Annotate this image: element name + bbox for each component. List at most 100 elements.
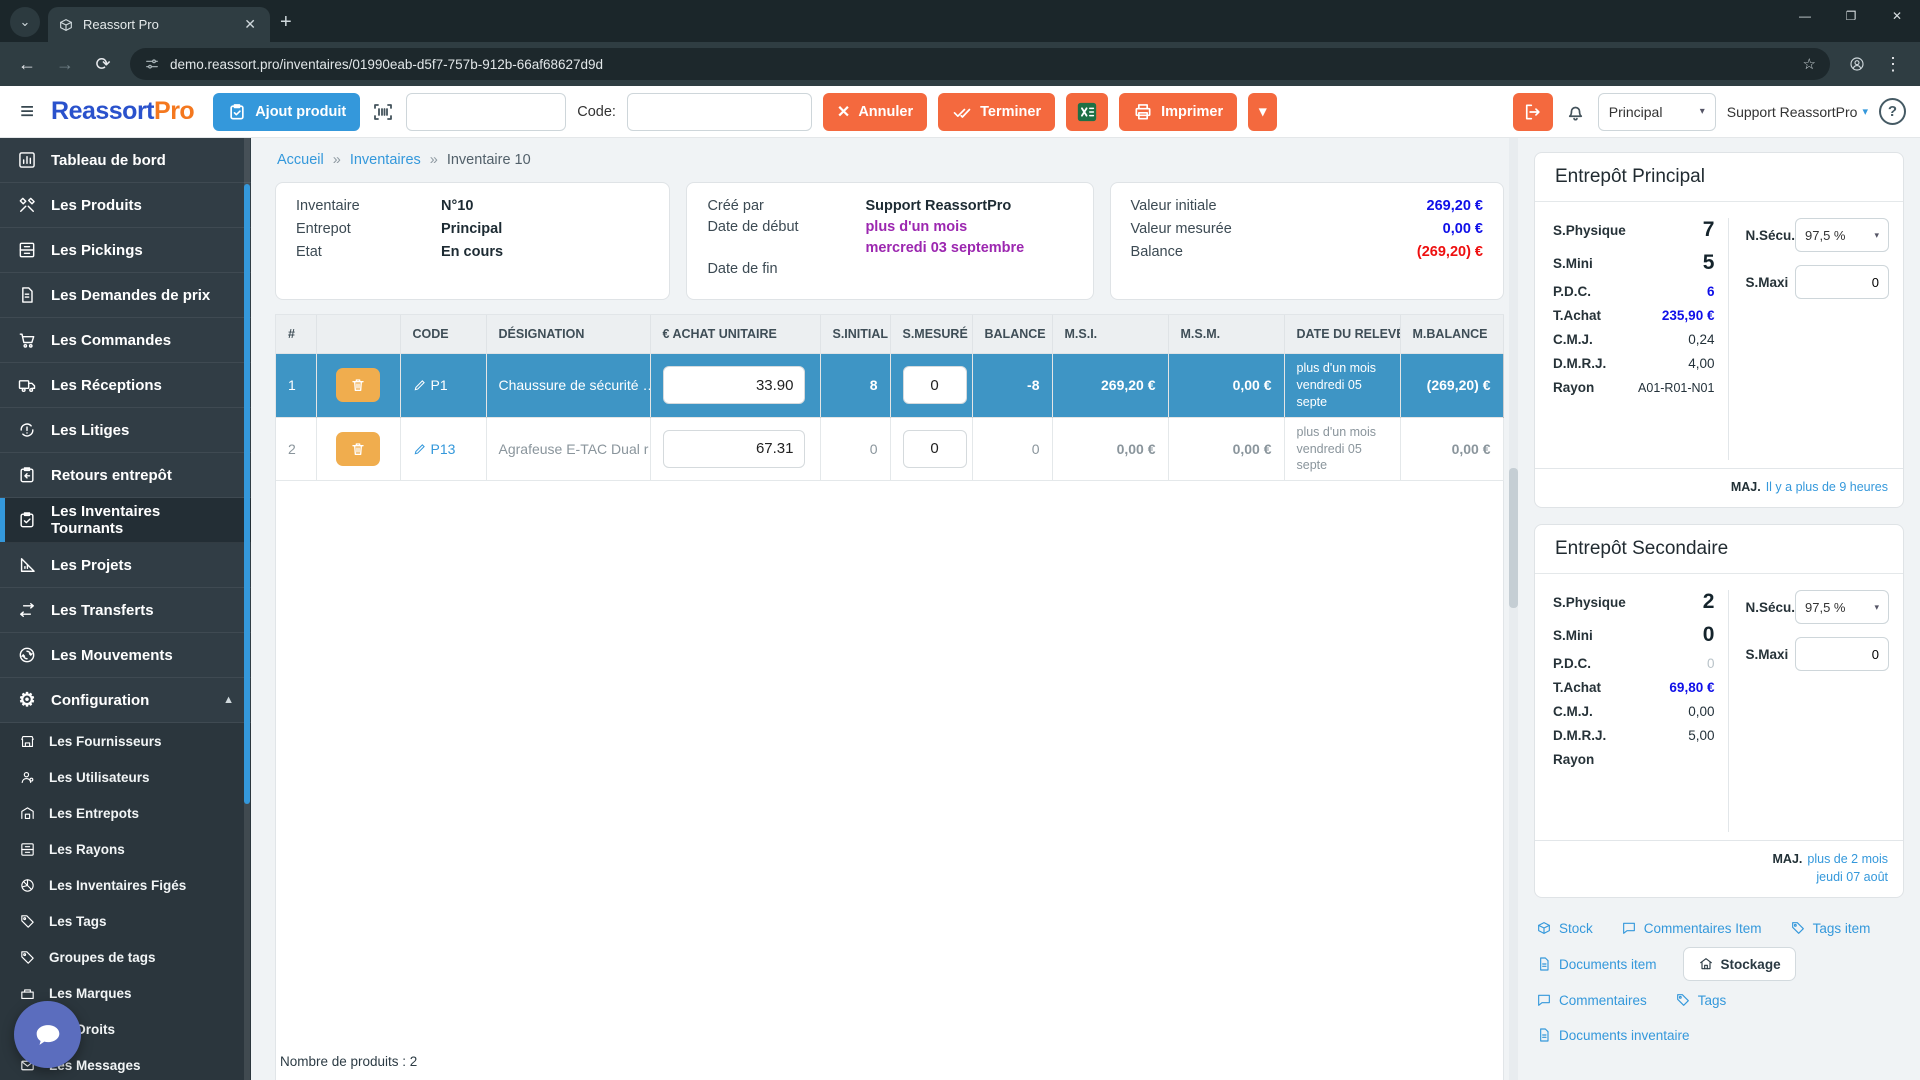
- minimize-button[interactable]: —: [1782, 0, 1828, 32]
- product-code-link[interactable]: P1: [413, 377, 474, 393]
- breadcrumb-inventaires-link[interactable]: Inventaires: [350, 152, 421, 168]
- sidebar-item-projets[interactable]: Les Projets: [0, 543, 251, 588]
- sidebar-item-utilisateurs[interactable]: Les Utilisateurs: [0, 759, 251, 795]
- stock-panel: Entrepôt Principal S.Physique7 S.Mini5 P…: [1518, 138, 1920, 1080]
- s-maxi-input[interactable]: [1795, 265, 1889, 299]
- app-logo[interactable]: ReassortPro: [51, 97, 194, 126]
- purchase-price-input[interactable]: [663, 366, 805, 404]
- tab-stock[interactable]: Stock: [1534, 912, 1595, 944]
- sidebar-item-produits[interactable]: Les Produits: [0, 183, 251, 228]
- exit-button[interactable]: [1513, 93, 1553, 131]
- site-info-icon[interactable]: [144, 56, 160, 72]
- product-code-link[interactable]: P13: [413, 441, 474, 457]
- sidebar-item-commandes[interactable]: Les Commandes: [0, 318, 251, 363]
- bookmark-star-icon[interactable]: ☆: [1803, 55, 1816, 73]
- bell-icon[interactable]: [1564, 100, 1587, 123]
- sidebar-scrollbar-thumb[interactable]: [244, 184, 250, 804]
- tools-icon: [17, 195, 37, 215]
- close-button[interactable]: ✕: [1874, 0, 1920, 32]
- account-menu[interactable]: Support ReassortPro ▾: [1727, 104, 1868, 120]
- delete-row-button[interactable]: [336, 368, 380, 402]
- print-options-caret-button[interactable]: ▾: [1248, 93, 1277, 131]
- created-by-label: Créé par: [707, 198, 865, 214]
- sidebar-item-inventaires-tournants[interactable]: Les Inventaires Tournants: [0, 498, 251, 543]
- sidebar-item-mouvements[interactable]: Les Mouvements: [0, 633, 251, 678]
- trash-icon: [350, 441, 366, 457]
- add-product-button[interactable]: Ajout produit: [213, 93, 360, 131]
- chat-widget-button[interactable]: [14, 1001, 81, 1068]
- price-document-icon: [17, 285, 37, 305]
- t-achat-value: 235,90 €: [1662, 308, 1715, 323]
- sidebar-item-demandes-de-prix[interactable]: Les Demandes de prix: [0, 273, 251, 318]
- tab-documents-inventaire[interactable]: Documents inventaire: [1534, 1019, 1692, 1051]
- tab-commentaires[interactable]: Commentaires: [1534, 984, 1649, 1016]
- cmj-value: 0,00: [1688, 704, 1714, 719]
- sidebar-item-tags[interactable]: Les Tags: [0, 903, 251, 939]
- tab-documents-item[interactable]: Documents item: [1534, 948, 1659, 980]
- help-button[interactable]: ?: [1879, 98, 1906, 125]
- delete-row-button[interactable]: [336, 432, 380, 466]
- browser-menu-icon[interactable]: ⋮: [1876, 47, 1910, 81]
- dashboard-icon: [17, 150, 37, 170]
- purchase-price-input[interactable]: [663, 430, 805, 468]
- measured-stock-input[interactable]: [903, 430, 967, 468]
- sidebar-item-retours-entrepot[interactable]: Retours entrepôt: [0, 453, 251, 498]
- sidebar-item-configuration[interactable]: ⚙ Configuration ▲: [0, 678, 251, 723]
- profile-avatar-icon[interactable]: [1840, 47, 1874, 81]
- browser-tab[interactable]: Reassort Pro ✕: [48, 7, 270, 42]
- export-excel-button[interactable]: [1066, 93, 1108, 131]
- main-scrollbar-thumb[interactable]: [1509, 468, 1518, 608]
- double-check-icon: [952, 102, 972, 122]
- sidebar-item-inventaires-figes[interactable]: Les Inventaires Figés: [0, 867, 251, 903]
- sidebar-item-groupes-de-tags[interactable]: Groupes de tags: [0, 939, 251, 975]
- tab-stockage[interactable]: Stockage: [1683, 947, 1796, 981]
- cancel-button[interactable]: ✕ Annuler: [823, 93, 927, 131]
- sidebar-item-receptions[interactable]: Les Réceptions: [0, 363, 251, 408]
- trash-icon: [350, 377, 366, 393]
- sidebar-item-entrepots[interactable]: Les Entrepots: [0, 795, 251, 831]
- sidebar-item-transferts[interactable]: Les Transferts: [0, 588, 251, 633]
- tab-tags[interactable]: Tags: [1673, 984, 1729, 1016]
- measured-stock-input[interactable]: [903, 366, 967, 404]
- reload-button[interactable]: ⟳: [86, 47, 120, 81]
- code-input[interactable]: [627, 93, 812, 131]
- print-button[interactable]: Imprimer: [1119, 93, 1237, 131]
- sidebar-item-fournisseurs[interactable]: Les Fournisseurs: [0, 723, 251, 759]
- tab-tags-item[interactable]: Tags item: [1788, 912, 1873, 944]
- tab-close-icon[interactable]: ✕: [240, 16, 260, 33]
- sidebar-item-litiges[interactable]: Les Litiges: [0, 408, 251, 453]
- url-bar[interactable]: demo.reassort.pro/inventaires/01990eab-d…: [130, 48, 1830, 80]
- finish-button[interactable]: Terminer: [938, 93, 1055, 131]
- hamburger-menu-icon[interactable]: ≡: [14, 98, 40, 126]
- n-secu-select[interactable]: 97,5 %▾: [1795, 590, 1889, 624]
- inventory-table-container: # CODE DÉSIGNATION € ACHAT UNITAIRE S.IN…: [275, 314, 1504, 1080]
- printer-icon: [1133, 102, 1153, 122]
- app-toolbar: ≡ ReassortPro Ajout produit Code: ✕ Annu…: [0, 86, 1920, 138]
- pencil-icon: [413, 378, 427, 392]
- scan-input[interactable]: [406, 93, 566, 131]
- storage-icon: [1698, 956, 1714, 972]
- warehouse-select[interactable]: Principal ▾: [1598, 93, 1716, 131]
- breadcrumb-home-link[interactable]: Accueil: [277, 152, 324, 168]
- inventaire-value: N°10: [441, 198, 649, 214]
- chevron-down-icon: ▾: [1862, 105, 1868, 118]
- back-button[interactable]: ←: [10, 47, 44, 81]
- maximize-button[interactable]: ❐: [1828, 0, 1874, 32]
- col-designation: DÉSIGNATION: [486, 315, 650, 354]
- excel-icon: [1076, 101, 1098, 123]
- sidebar-item-pickings[interactable]: Les Pickings: [0, 228, 251, 273]
- tab-search-button[interactable]: ⌄: [10, 7, 40, 37]
- sidebar-item-rayons[interactable]: Les Rayons: [0, 831, 251, 867]
- cart-icon: [17, 330, 37, 350]
- tab-commentaires-item[interactable]: Commentaires Item: [1619, 912, 1764, 944]
- main-scrollbar-track[interactable]: [1509, 138, 1518, 1080]
- n-secu-select[interactable]: 97,5 %▾: [1795, 218, 1889, 252]
- sidebar-item-tableau-de-bord[interactable]: Tableau de bord: [0, 138, 251, 183]
- table-row[interactable]: 1 P1 Chaussure de sécurité … 8 -8 269,20…: [276, 354, 1503, 418]
- table-row[interactable]: 2 P13 Agrafeuse E-TAC Dual r… 0 0 0,00 €…: [276, 417, 1503, 481]
- s-maxi-input[interactable]: [1795, 637, 1889, 671]
- forward-button[interactable]: →: [48, 47, 82, 81]
- created-by-value: Support ReassortPro: [865, 198, 1072, 214]
- new-tab-button[interactable]: +: [280, 11, 292, 34]
- tag-icon: [1790, 920, 1806, 936]
